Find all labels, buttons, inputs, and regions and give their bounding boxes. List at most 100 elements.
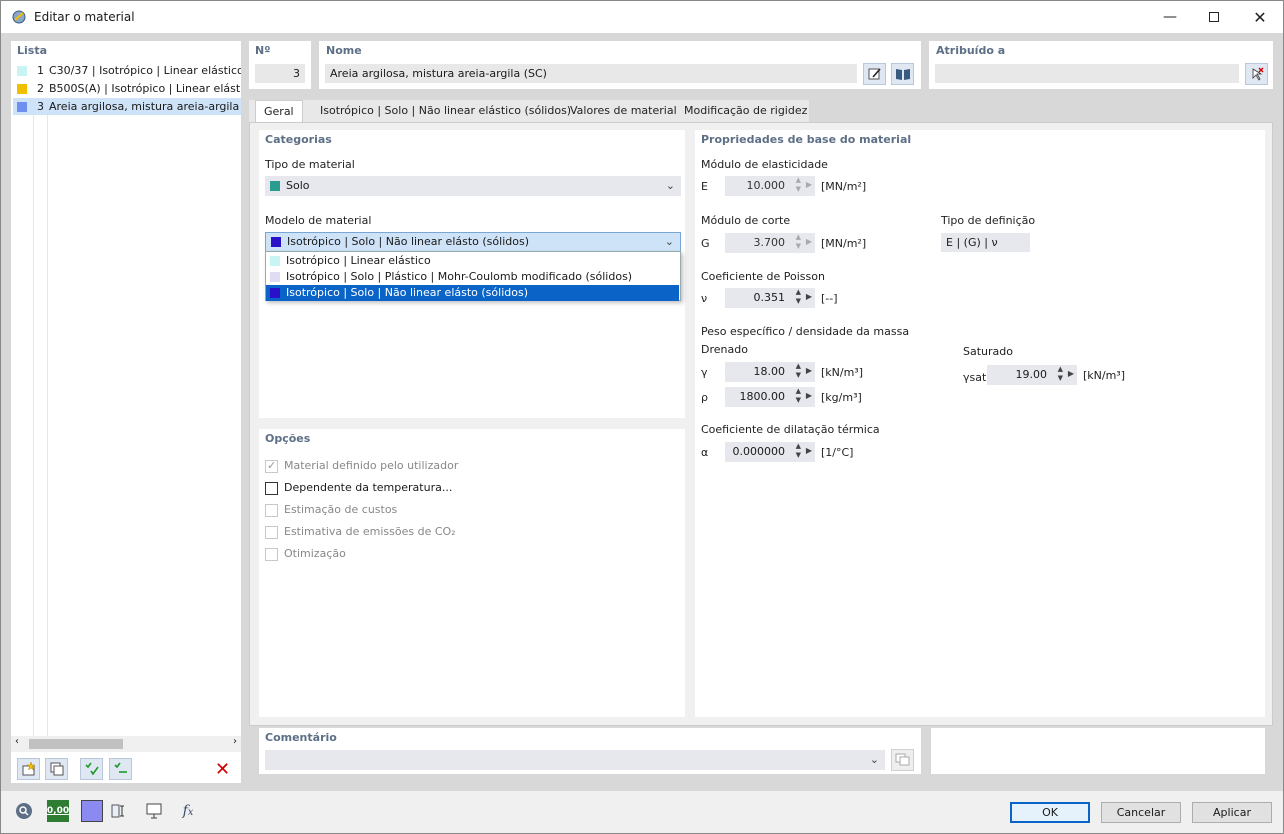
spin-menu-icon[interactable]: ▶ [806, 237, 812, 246]
close-button[interactable]: ✕ [1237, 1, 1283, 33]
spin-menu-icon[interactable]: ▶ [806, 446, 812, 455]
dropdown-option[interactable]: Isotrópico | Linear elástico [266, 253, 679, 269]
name-field[interactable]: Areia argilosa, mistura areia-argila (SC… [325, 64, 857, 83]
search-button[interactable] [13, 800, 35, 822]
temperature-dependent-checkbox[interactable] [265, 482, 278, 495]
gamma-input[interactable]: 18.00 ▲ ▼ ▶ [725, 362, 815, 382]
cost-estimation-label: Estimação de custos [284, 503, 398, 516]
toggle-check-button[interactable] [109, 758, 132, 780]
e-symbol: E [701, 180, 708, 193]
g-modulus-input[interactable]: 3.700 ▲ ▼ ▶ [725, 233, 815, 253]
apply-button[interactable]: Aplicar [1192, 802, 1272, 823]
spin-menu-icon[interactable]: ▶ [1068, 369, 1074, 378]
option-color-swatch [270, 272, 280, 282]
cancel-button[interactable]: Cancelar [1101, 802, 1181, 823]
material-model-swatch [271, 237, 281, 247]
scroll-right-icon[interactable]: › [233, 736, 237, 747]
scrollbar-thumb[interactable] [29, 739, 123, 749]
assigned-panel: Atribuído a [929, 41, 1273, 89]
spin-updown-icon[interactable]: ▲ ▼ [1058, 365, 1063, 383]
spin-updown-icon[interactable]: ▲ ▼ [796, 362, 801, 380]
spin-menu-icon[interactable]: ▶ [806, 391, 812, 400]
list-header: Lista [17, 44, 48, 57]
rho-value: 1800.00 [739, 390, 786, 403]
units-button[interactable] [109, 800, 131, 822]
poisson-input[interactable]: 0.351 ▲ ▼ ▶ [725, 288, 815, 308]
poisson-value: 0.351 [753, 291, 786, 304]
list-item[interactable]: 2 B500S(A) | Isotrópico | Linear elástic… [13, 80, 241, 97]
spin-updown-icon[interactable]: ▲ ▼ [796, 387, 801, 405]
ok-button[interactable]: OK [1010, 802, 1090, 823]
co2-estimation-checkbox[interactable] [265, 526, 278, 539]
delete-material-button[interactable]: ✕ [211, 758, 234, 780]
spin-updown-icon[interactable]: ▲ ▼ [796, 442, 801, 460]
alpha-input[interactable]: 0.000000 ▲ ▼ ▶ [725, 442, 815, 462]
spin-updown-icon[interactable]: ▲ ▼ [796, 288, 801, 306]
nu-symbol: ν [701, 292, 708, 305]
formula-button[interactable]: fx [177, 800, 199, 822]
number-field[interactable]: 3 [255, 64, 305, 83]
new-material-button[interactable] [17, 758, 40, 780]
material-model-label: Modelo de material [265, 214, 372, 227]
tab-material-values[interactable]: Valores de material [562, 100, 685, 122]
check-list-icon [84, 762, 99, 776]
title-bar: Editar o material — ✕ [1, 1, 1283, 33]
list-item-label: B500S(A) | Isotrópico | Linear elástico [49, 82, 241, 95]
list-guide-line [33, 111, 34, 736]
dropdown-option-selected[interactable]: Isotrópico | Solo | Não linear elásto (s… [266, 285, 679, 301]
dropdown-option[interactable]: Isotrópico | Solo | Plástico | Mohr-Coul… [266, 269, 679, 285]
material-type-swatch [270, 181, 280, 191]
view-button[interactable] [143, 800, 165, 822]
spin-menu-icon[interactable]: ▶ [806, 292, 812, 301]
optimization-checkbox[interactable] [265, 548, 278, 561]
horizontal-scrollbar[interactable]: ‹ › [11, 736, 241, 752]
material-type-select[interactable]: Solo ⌄ [265, 176, 681, 196]
copy-material-button[interactable] [45, 758, 68, 780]
delete-icon: ✕ [214, 758, 231, 780]
tab-general[interactable]: Geral [255, 100, 303, 122]
gamma-sat-symbol: γsat [963, 371, 987, 384]
edit-name-button[interactable] [863, 63, 886, 85]
name-panel: Nome Areia argilosa, mistura areia-argil… [319, 41, 921, 89]
minimize-button[interactable]: — [1147, 1, 1193, 33]
material-model-select[interactable]: Isotrópico | Solo | Não linear elásto (s… [265, 232, 681, 252]
dialog-window: Editar o material — ✕ Lista ‹ › 1 C30/37… [0, 0, 1284, 834]
tab-nonlinear-elastic[interactable]: Isotrópico | Solo | Não linear elástico … [312, 100, 579, 122]
gamma-sat-input[interactable]: 19.00 ▲ ▼ ▶ [987, 365, 1077, 385]
comment-side-panel [931, 728, 1265, 774]
copy-icon [50, 762, 63, 776]
gamma-symbol: γ [701, 366, 708, 379]
scroll-left-icon[interactable]: ‹ [15, 736, 19, 747]
spin-updown-icon[interactable]: ▲ ▼ [796, 233, 801, 251]
e-modulus-input[interactable]: 10.000 ▲ ▼ ▶ [725, 176, 815, 196]
list-item-label: C30/37 | Isotrópico | Linear elástico [49, 64, 241, 77]
assigned-field[interactable] [935, 64, 1239, 83]
comment-title: Comentário [265, 731, 337, 744]
pick-assignment-button[interactable] [1245, 63, 1268, 85]
material-color-swatch [17, 102, 27, 112]
option-label: Isotrópico | Linear elástico [286, 254, 431, 267]
comment-library-button[interactable] [891, 749, 914, 771]
comment-input[interactable]: ⌄ [265, 750, 885, 770]
material-color-swatch [17, 66, 27, 76]
options-title: Opções [265, 432, 311, 445]
decimal-places-button[interactable]: 0,00 [47, 800, 69, 822]
book-icon [895, 69, 910, 80]
list-guide-line [47, 111, 48, 736]
material-library-button[interactable] [891, 63, 914, 85]
spin-menu-icon[interactable]: ▶ [806, 366, 812, 375]
spin-updown-icon[interactable]: ▲ ▼ [796, 176, 801, 194]
chevron-down-icon: ⌄ [664, 235, 674, 248]
check-all-button[interactable] [80, 758, 103, 780]
list-item[interactable]: 1 C30/37 | Isotrópico | Linear elástico [13, 62, 241, 79]
maximize-button[interactable] [1191, 1, 1237, 33]
rho-input[interactable]: 1800.00 ▲ ▼ ▶ [725, 387, 815, 407]
tab-stiffness-modification[interactable]: Modificação de rigidez [676, 100, 815, 122]
cost-estimation-checkbox[interactable] [265, 504, 278, 517]
color-button[interactable] [81, 800, 103, 822]
list-item-selected[interactable]: 3 Areia argilosa, mistura areia-argila (… [13, 98, 241, 115]
minimize-icon: — [1163, 9, 1177, 25]
units-icon [111, 804, 124, 818]
spin-menu-icon[interactable]: ▶ [806, 180, 812, 189]
user-defined-checkbox[interactable]: ✓ [265, 459, 278, 473]
